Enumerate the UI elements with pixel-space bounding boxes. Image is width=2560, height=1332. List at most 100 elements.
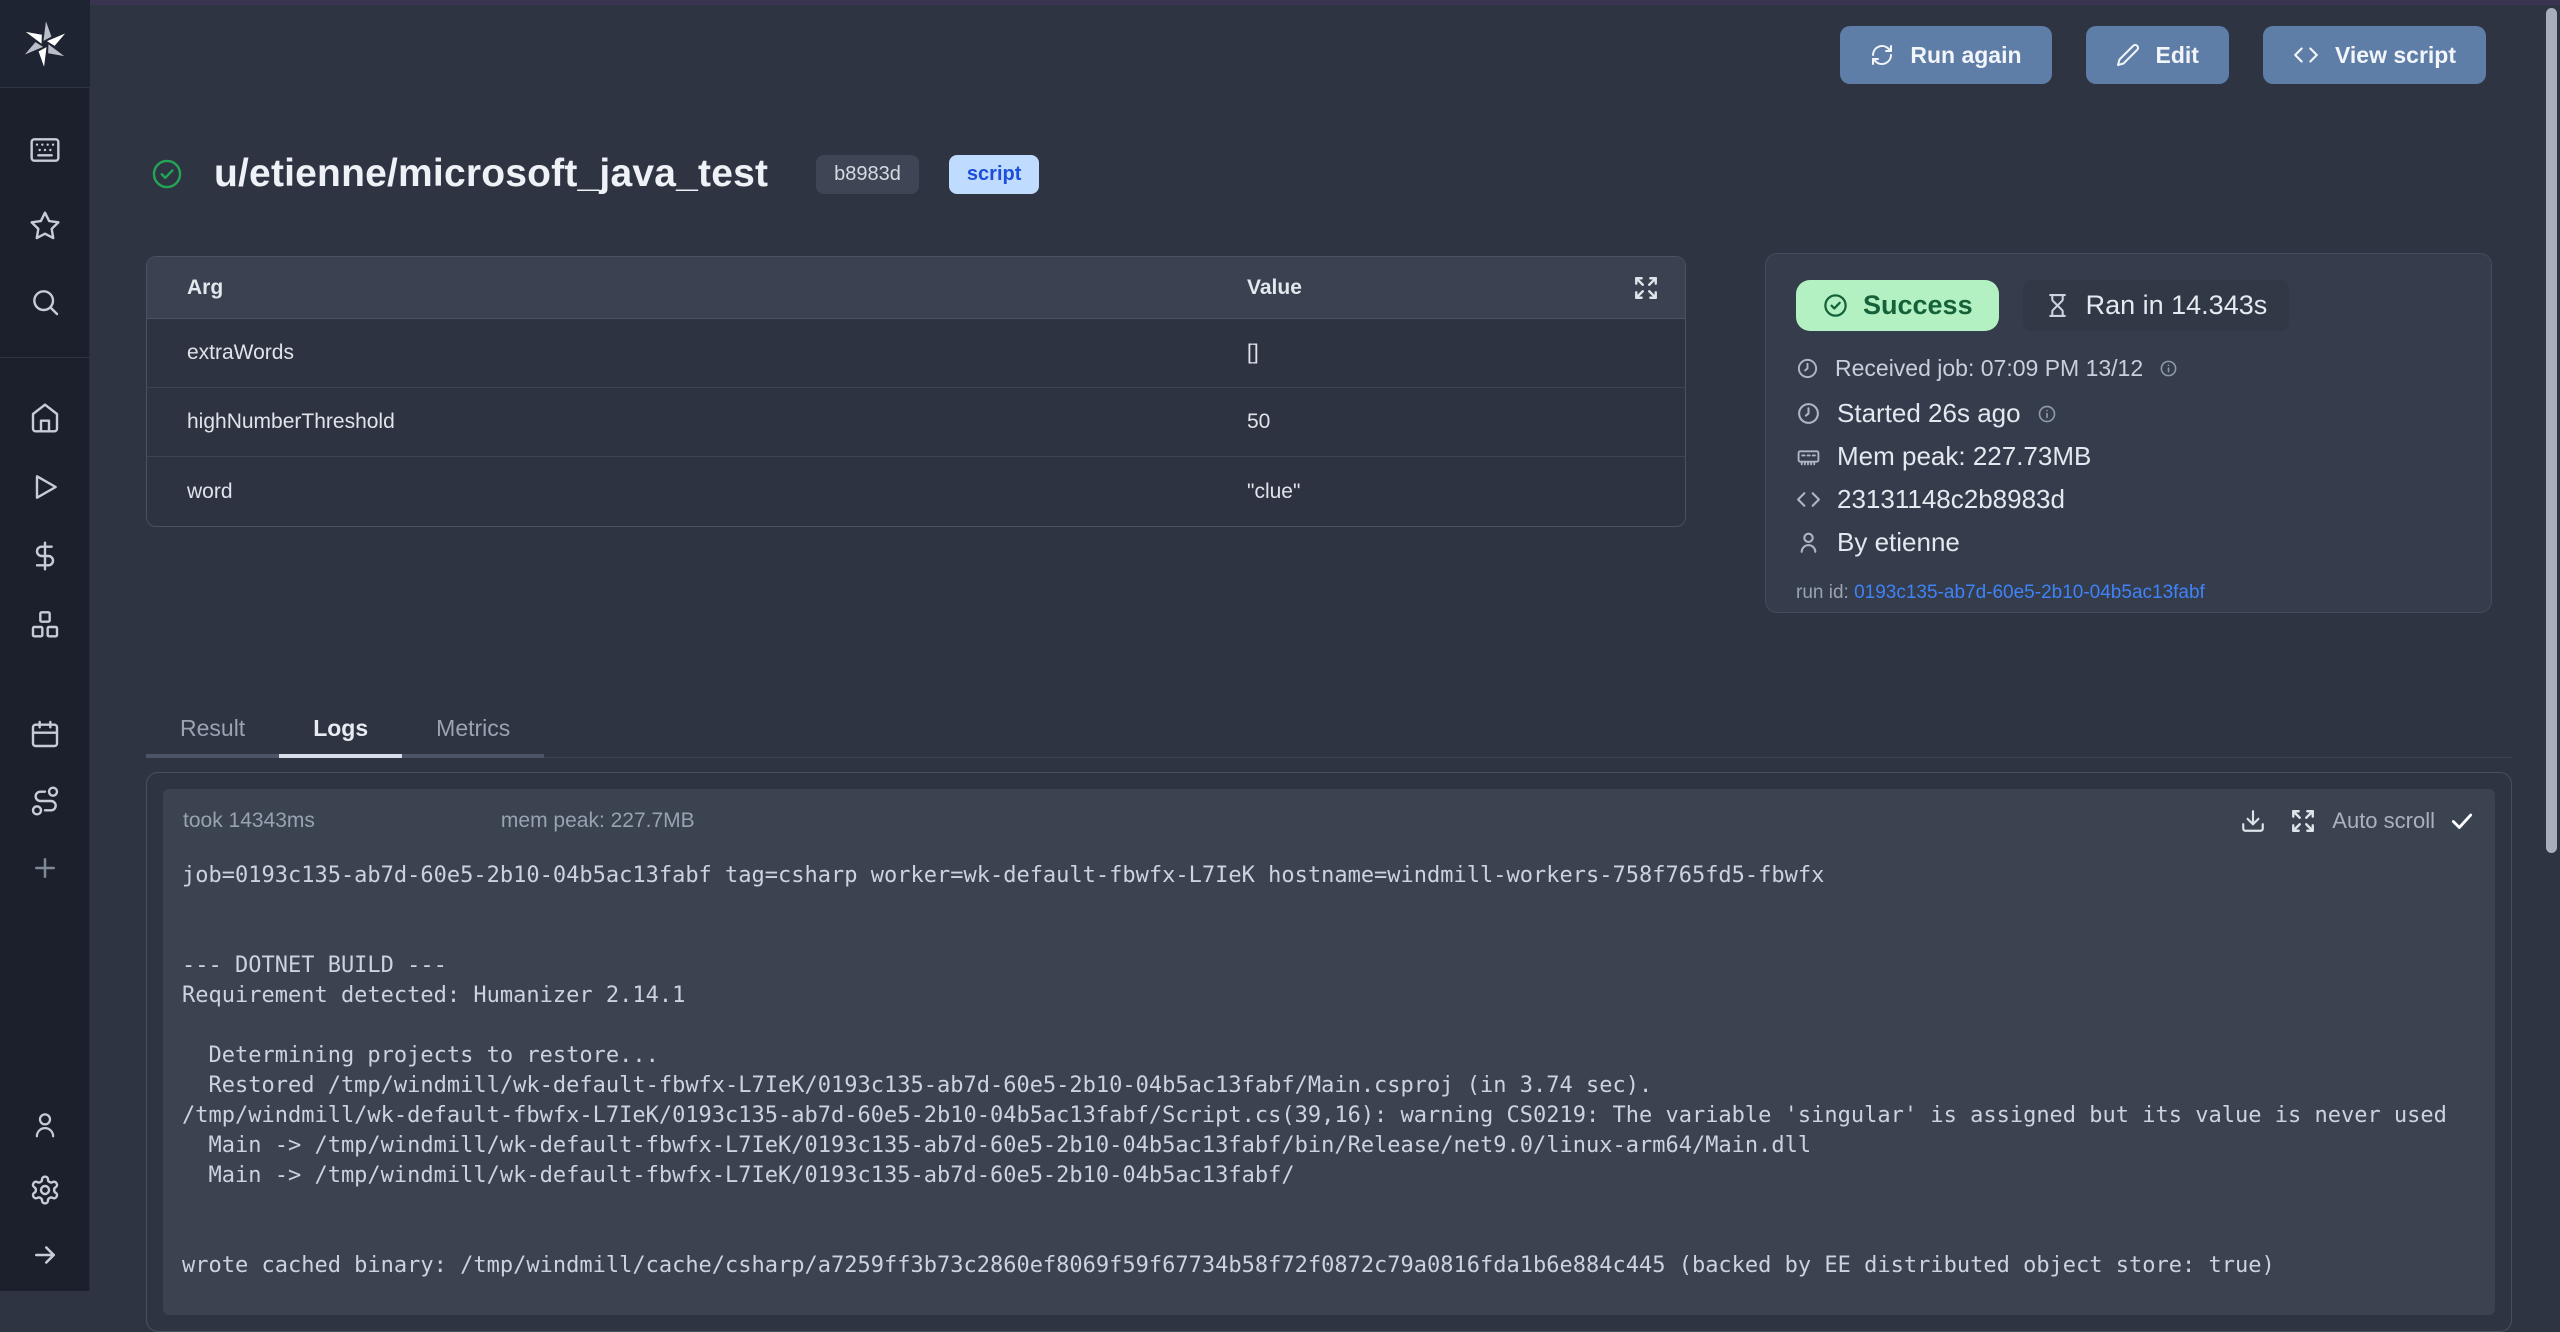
args-table-header: Arg Value xyxy=(147,257,1685,319)
args-expand-button[interactable] xyxy=(1633,275,1685,301)
edit-label: Edit xyxy=(2156,42,2199,69)
top-accent-strip xyxy=(90,0,2560,5)
download-logs-button[interactable] xyxy=(2232,808,2274,834)
duration-label: Ran in 14.343s xyxy=(2086,290,2268,321)
sidebar-group-main xyxy=(0,383,90,659)
script-kind-badge: script xyxy=(949,155,1039,194)
expand-logs-button[interactable] xyxy=(2282,808,2324,834)
edit-button[interactable]: Edit xyxy=(2086,26,2229,84)
action-buttons: Run again Edit View script xyxy=(1840,26,2486,84)
arg-name: word xyxy=(147,480,1247,504)
logs-container: took 14343ms mem peak: 227.7MB Auto scro… xyxy=(146,772,2512,1332)
script-hash-badge[interactable]: b8983d xyxy=(816,155,919,194)
run-id-row: run id: 0193c135-ab7d-60e5-2b10-04b5ac13… xyxy=(1796,582,2461,604)
started-label: Started 26s ago xyxy=(1837,398,2021,429)
hourglass-icon xyxy=(2045,293,2070,318)
sidebar-item-create[interactable] xyxy=(0,834,90,901)
route-icon xyxy=(29,785,61,817)
arg-name: extraWords xyxy=(147,341,1247,365)
sidebar-group-top xyxy=(0,112,90,340)
sidebar-group-bottom xyxy=(0,1092,90,1287)
dollar-icon xyxy=(29,540,61,572)
calendar-icon xyxy=(29,718,61,750)
sidebar-item-variables[interactable] xyxy=(0,521,90,590)
windmill-logo[interactable] xyxy=(0,0,90,88)
code-icon xyxy=(1796,487,1821,512)
sidebar-item-expand[interactable] xyxy=(0,1222,90,1287)
plus-icon xyxy=(30,853,60,883)
code-icon xyxy=(2293,42,2319,68)
auto-scroll-toggle[interactable]: Auto scroll xyxy=(2332,808,2475,834)
arg-value: [] xyxy=(1247,341,1685,365)
boxes-icon xyxy=(29,609,61,641)
sidebar-item-resources[interactable] xyxy=(0,590,90,659)
pencil-icon xyxy=(2116,43,2140,67)
run-again-button[interactable]: Run again xyxy=(1840,26,2051,84)
arrow-right-icon xyxy=(30,1240,60,1270)
started-row: Started 26s ago xyxy=(1796,398,2461,429)
checkmark-icon xyxy=(2449,808,2475,834)
script-hash-link[interactable]: 23131148c2b8983d xyxy=(1837,484,2065,515)
user-icon xyxy=(30,1110,60,1140)
sidebar-item-settings[interactable] xyxy=(0,1157,90,1222)
mem-peak-row: Mem peak: 227.73MB xyxy=(1796,441,2461,472)
view-script-button[interactable]: View script xyxy=(2263,26,2486,84)
received-label: Received job: 07:09 PM 13/12 xyxy=(1835,355,2143,382)
search-icon xyxy=(29,286,61,318)
created-by-label: By etienne xyxy=(1837,527,1960,558)
sidebar-item-schedules[interactable] xyxy=(0,700,90,767)
home-icon xyxy=(29,402,61,434)
arg-name: highNumberThreshold xyxy=(147,410,1247,434)
status-badge: Success xyxy=(1796,280,1999,331)
args-row: extraWords [] xyxy=(147,319,1685,388)
title-row: u/etienne/microsoft_java_test b8983d scr… xyxy=(150,152,1039,196)
status-badge-label: Success xyxy=(1863,290,1973,321)
script-hash-row: 23131148c2b8983d xyxy=(1796,484,2461,515)
memory-icon xyxy=(1796,444,1821,469)
tab-metrics[interactable]: Metrics xyxy=(402,702,544,758)
sidebar-item-apps[interactable] xyxy=(0,112,90,188)
run-id-label: run id: xyxy=(1796,582,1849,603)
arg-value: 50 xyxy=(1247,410,1685,434)
tab-logs[interactable]: Logs xyxy=(279,702,402,758)
logs-header: took 14343ms mem peak: 227.7MB Auto scro… xyxy=(163,789,2495,853)
page-scrollbar-thumb[interactable] xyxy=(2546,8,2557,853)
sidebar-item-home[interactable] xyxy=(0,383,90,452)
sidebar-item-flows[interactable] xyxy=(0,767,90,834)
logs-mem-peak: mem peak: 227.7MB xyxy=(501,809,695,833)
clock-icon xyxy=(1796,401,1821,426)
run-id-link[interactable]: 0193c135-ab7d-60e5-2b10-04b5ac13fabf xyxy=(1854,582,2205,603)
check-circle-icon xyxy=(1822,292,1849,319)
tab-result[interactable]: Result xyxy=(146,702,279,758)
sidebar-item-runs[interactable] xyxy=(0,452,90,521)
page-title: u/etienne/microsoft_java_test xyxy=(214,152,768,196)
sidebar xyxy=(0,0,90,1291)
created-by-row: By etienne xyxy=(1796,527,2461,558)
log-output: job=0193c135-ab7d-60e5-2b10-04b5ac13fabf… xyxy=(163,861,2495,1281)
status-row: Success Ran in 14.343s xyxy=(1796,280,2461,331)
windmill-logo-icon xyxy=(22,21,68,67)
args-col-value: Value xyxy=(1247,276,1633,300)
args-row: highNumberThreshold 50 xyxy=(147,388,1685,457)
play-icon xyxy=(29,471,61,503)
received-row: Received job: 07:09 PM 13/12 xyxy=(1796,355,2461,382)
refresh-icon xyxy=(1870,43,1894,67)
info-icon[interactable] xyxy=(2159,359,2178,378)
arg-value: "clue" xyxy=(1247,480,1685,504)
sidebar-group-secondary xyxy=(0,700,90,901)
info-icon[interactable] xyxy=(2037,404,2057,424)
auto-scroll-label: Auto scroll xyxy=(2332,808,2435,834)
result-logs-tabs: Result Logs Metrics xyxy=(146,702,2512,758)
user-icon xyxy=(1796,530,1821,555)
sidebar-item-search[interactable] xyxy=(0,264,90,340)
success-check-icon xyxy=(150,157,184,191)
gear-icon xyxy=(29,1174,61,1206)
run-again-label: Run again xyxy=(1910,42,2021,69)
logs-panel: took 14343ms mem peak: 227.7MB Auto scro… xyxy=(163,789,2495,1315)
sidebar-item-favorites[interactable] xyxy=(0,188,90,264)
keyboard-icon xyxy=(29,134,61,166)
sidebar-item-account[interactable] xyxy=(0,1092,90,1157)
clock-icon xyxy=(1796,357,1819,380)
args-row: word "clue" xyxy=(147,457,1685,526)
mem-peak-label: Mem peak: 227.73MB xyxy=(1837,441,2091,472)
